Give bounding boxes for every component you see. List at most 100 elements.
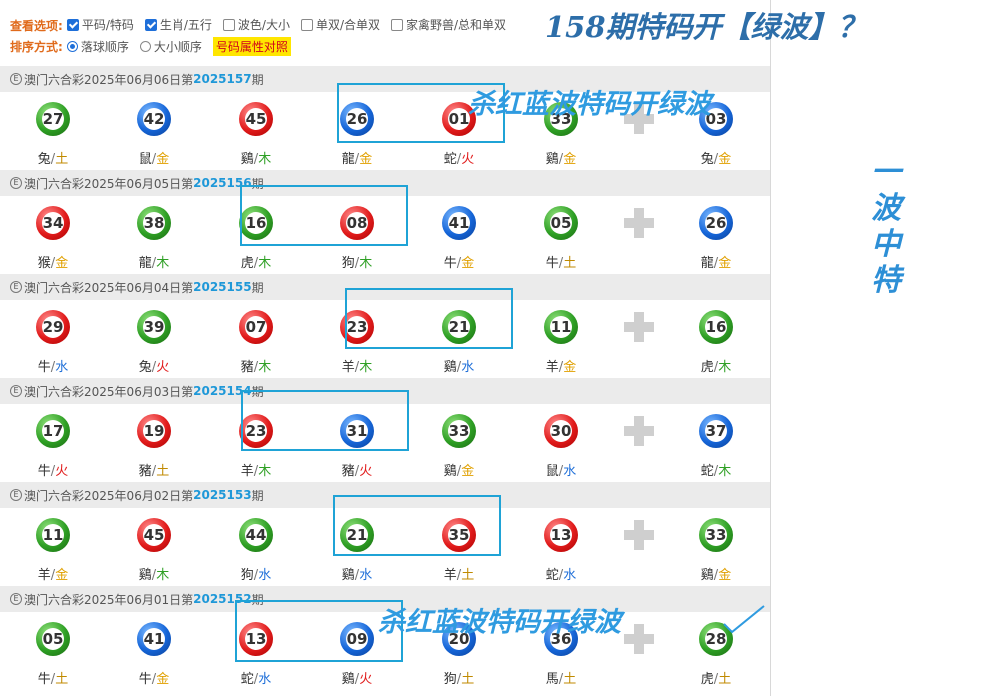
zodiac: 羊 xyxy=(37,568,51,583)
zodiac-element-label: 蛇/火 xyxy=(429,148,489,167)
view-option[interactable]: 平码/特码 xyxy=(66,16,134,33)
zodiac-element-label: 豬/土 xyxy=(124,460,184,479)
element: 水 xyxy=(258,568,272,583)
lottery-logo-icon: E xyxy=(10,489,22,501)
element: 火 xyxy=(55,464,69,479)
checkbox-icon[interactable] xyxy=(144,18,157,31)
radio-icon[interactable] xyxy=(139,40,151,52)
draw-date: 2025年06月05日 xyxy=(84,176,182,191)
zodiac-element-label: 龍/金 xyxy=(327,148,387,167)
sort-option[interactable]: 大小顺序 xyxy=(139,38,202,55)
special-ball: 16 xyxy=(699,310,733,344)
checkbox-icon[interactable] xyxy=(391,18,403,31)
zodiac-element-label: 鼠/金 xyxy=(124,148,184,167)
element: 木 xyxy=(258,152,272,167)
ball-number: 33 xyxy=(705,524,727,546)
element: 水 xyxy=(563,568,577,583)
zodiac-element-label: 猴/金 xyxy=(23,252,83,271)
element: 木 xyxy=(258,464,272,479)
zodiac: 牛 xyxy=(138,672,152,687)
zodiac-element-label: 鷄/水 xyxy=(429,356,489,375)
checkbox-icon[interactable] xyxy=(300,18,313,31)
sort-option[interactable]: 落球顺序 xyxy=(66,38,129,55)
zodiac: 狗 xyxy=(341,256,355,271)
zodiac-element-label: 羊/金 xyxy=(531,356,591,375)
issue-prefix: 第 xyxy=(181,384,194,399)
highlight-box xyxy=(333,495,501,556)
element: 水 xyxy=(359,568,373,583)
zodiac-element-label: 鷄/金 xyxy=(531,148,591,167)
element: 土 xyxy=(55,152,69,167)
number-ball: 34 xyxy=(36,206,70,240)
lottery-name: 澳门六合彩 xyxy=(24,488,85,503)
radio-icon[interactable] xyxy=(66,40,78,52)
zodiac: 鷄 xyxy=(545,152,559,167)
annotation-vertical-char: 特 xyxy=(871,263,901,298)
ball-number: 41 xyxy=(143,628,165,650)
draw-date: 2025年06月06日 xyxy=(84,72,182,87)
zodiac-element-label: 鷄/金 xyxy=(429,460,489,479)
ball-number: 17 xyxy=(42,420,64,442)
number-ball: 33 xyxy=(442,414,476,448)
number-attributes-button[interactable]: 号码属性对照 xyxy=(212,36,291,56)
element: 木 xyxy=(258,256,272,271)
view-option[interactable]: 家禽野兽/总和单双 xyxy=(391,16,506,33)
issue-prefix: 第 xyxy=(181,592,194,607)
ball-number: 30 xyxy=(550,420,572,442)
zodiac: 龍 xyxy=(700,256,714,271)
special-ball: 33 xyxy=(699,518,733,552)
zodiac: 羊 xyxy=(443,568,457,583)
zodiac: 龍 xyxy=(138,256,152,271)
ball-number: 19 xyxy=(143,420,165,442)
checkbox-icon[interactable] xyxy=(66,18,79,31)
view-option[interactable]: 生肖/五行 xyxy=(144,16,212,33)
sort-options-label: 排序方式: xyxy=(10,39,63,54)
element: 土 xyxy=(718,672,732,687)
element: 木 xyxy=(156,256,170,271)
checkbox-icon[interactable] xyxy=(222,18,235,31)
view-option-label: 平码/特码 xyxy=(81,18,134,33)
highlight-box xyxy=(240,185,408,246)
element: 土 xyxy=(156,464,170,479)
number-ball: 38 xyxy=(137,206,171,240)
view-option-label: 单双/合单双 xyxy=(315,18,380,33)
zodiac: 鷄 xyxy=(138,568,152,583)
element: 金 xyxy=(461,256,475,271)
lottery-name: 澳门六合彩 xyxy=(24,280,85,295)
number-ball: 11 xyxy=(36,518,70,552)
element: 金 xyxy=(55,568,69,583)
lottery-logo-icon: E xyxy=(10,385,22,397)
number-ball: 44 xyxy=(239,518,273,552)
ball-number: 45 xyxy=(143,524,165,546)
view-options-row: 查看选项: 平码/特码 生肖/五行 波色/大小 单双/合单双 家禽野兽/总和单双 xyxy=(10,15,517,35)
ball-number: 33 xyxy=(448,420,470,442)
lottery-name: 澳门六合彩 xyxy=(24,72,85,87)
ball-number: 45 xyxy=(245,108,267,130)
zodiac: 豬 xyxy=(138,464,152,479)
zodiac-element-label: 兔/火 xyxy=(124,356,184,375)
issue-number: 2025157 xyxy=(193,72,252,86)
number-ball: 30 xyxy=(544,414,578,448)
issue-prefix: 第 xyxy=(181,488,194,503)
element: 金 xyxy=(718,568,732,583)
special-ball: 37 xyxy=(699,414,733,448)
zodiac-element-label: 牛/土 xyxy=(23,668,83,687)
zodiac: 蛇 xyxy=(240,672,254,687)
element: 水 xyxy=(563,464,577,479)
view-option[interactable]: 单双/合单双 xyxy=(300,16,380,33)
highlight-box xyxy=(345,288,513,349)
checkmark-icon xyxy=(723,605,765,634)
zodiac: 牛 xyxy=(545,256,559,271)
ball-number: 41 xyxy=(448,212,470,234)
annotation-vertical: 一 波 中 特 xyxy=(866,155,906,299)
view-option[interactable]: 波色/大小 xyxy=(222,16,290,33)
element: 木 xyxy=(359,256,373,271)
draw-date: 2025年06月01日 xyxy=(84,592,182,607)
zodiac-element-label: 兔/金 xyxy=(686,148,746,167)
element: 木 xyxy=(718,464,732,479)
annotation-title: 158期特码开【绿波】？ xyxy=(545,10,867,44)
ball-number: 34 xyxy=(42,212,64,234)
zodiac: 兔 xyxy=(700,152,714,167)
element: 金 xyxy=(718,256,732,271)
issue-number: 2025155 xyxy=(193,280,252,294)
